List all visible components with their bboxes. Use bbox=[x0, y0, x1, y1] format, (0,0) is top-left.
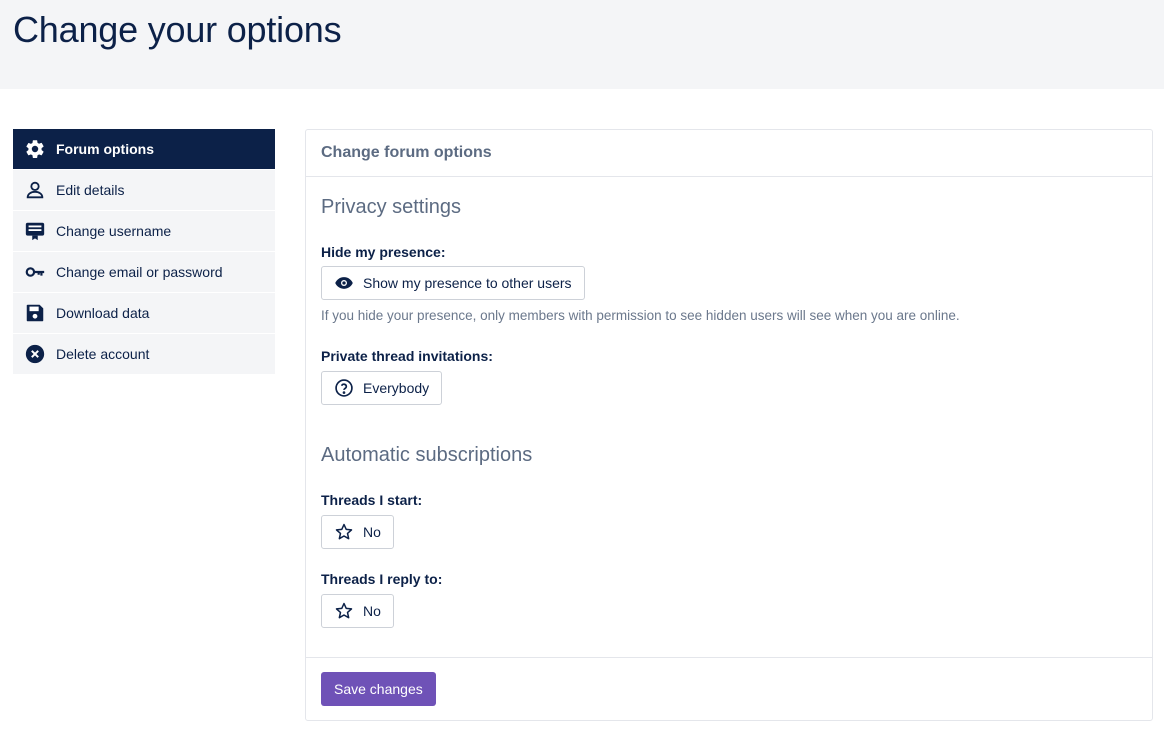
sidebar-item-download-data[interactable]: Download data bbox=[13, 293, 275, 333]
question-circle-icon bbox=[334, 378, 354, 398]
panel-footer: Save changes bbox=[306, 657, 1152, 720]
sidebar-item-change-username[interactable]: Change username bbox=[13, 211, 275, 251]
threads-start-value: No bbox=[363, 524, 381, 540]
sidebar-item-label: Forum options bbox=[56, 141, 154, 157]
sidebar-item-label: Edit details bbox=[56, 182, 125, 198]
threads-reply-value: No bbox=[363, 603, 381, 619]
sidebar-item-label: Change username bbox=[56, 223, 172, 239]
panel-header: Change forum options bbox=[306, 130, 1152, 177]
key-icon bbox=[23, 260, 47, 284]
sidebar-item-label: Change email or password bbox=[56, 264, 223, 280]
star-outline-icon bbox=[334, 522, 354, 542]
sidebar-item-label: Download data bbox=[56, 305, 150, 321]
sidebar-item-change-email-password[interactable]: Change email or password bbox=[13, 252, 275, 292]
threads-start-label: Threads I start: bbox=[321, 492, 423, 508]
threads-reply-label: Threads I reply to: bbox=[321, 571, 443, 587]
hide-presence-label: Hide my presence: bbox=[321, 244, 446, 260]
invitations-value: Everybody bbox=[363, 380, 430, 396]
privacy-settings-heading: Privacy settings bbox=[321, 196, 462, 218]
sidebar-item-edit-details[interactable]: Edit details bbox=[13, 170, 275, 210]
invitations-select-button[interactable]: Everybody bbox=[321, 371, 443, 405]
private-thread-invitations-label: Private thread invitations: bbox=[321, 348, 493, 364]
eye-icon bbox=[334, 273, 354, 293]
page-header: Change your options bbox=[0, 0, 1164, 89]
floppy-disk-icon bbox=[23, 301, 47, 325]
presence-value: Show my presence to other users bbox=[363, 275, 572, 291]
x-circle-icon bbox=[23, 342, 47, 366]
panel-title: Change forum options bbox=[321, 144, 492, 161]
presence-help-text: If you hide your presence, only members … bbox=[321, 308, 960, 323]
sidebar-item-label: Delete account bbox=[56, 346, 150, 362]
sidebar-item-forum-options[interactable]: Forum options bbox=[13, 129, 275, 169]
save-changes-button[interactable]: Save changes bbox=[321, 672, 436, 706]
threads-reply-select-button[interactable]: No bbox=[321, 594, 394, 628]
threads-start-select-button[interactable]: No bbox=[321, 515, 394, 549]
presence-toggle-button[interactable]: Show my presence to other users bbox=[321, 266, 585, 300]
forum-options-panel: Change forum options Privacy settings Hi… bbox=[305, 129, 1153, 721]
automatic-subscriptions-heading: Automatic subscriptions bbox=[321, 444, 533, 466]
user-icon bbox=[23, 178, 47, 202]
gear-icon bbox=[23, 137, 47, 161]
id-card-icon bbox=[23, 219, 47, 243]
sidebar-item-delete-account[interactable]: Delete account bbox=[13, 334, 275, 374]
options-sidebar: Forum options Edit details Change userna… bbox=[13, 129, 275, 375]
page-title: Change your options bbox=[13, 9, 342, 50]
star-outline-icon bbox=[334, 601, 354, 621]
